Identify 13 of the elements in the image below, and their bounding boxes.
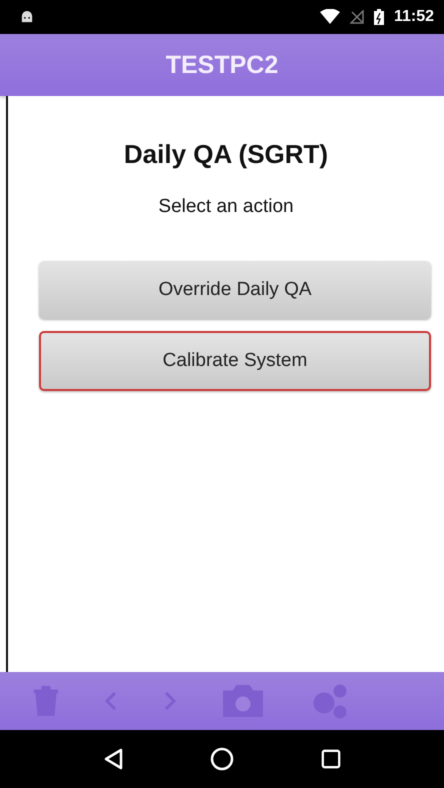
no-signal-icon xyxy=(350,10,364,24)
recents-icon[interactable] xyxy=(320,749,341,769)
battery-icon xyxy=(374,9,384,25)
action-prompt: Select an action xyxy=(158,196,294,218)
wifi-icon xyxy=(320,9,340,25)
home-icon[interactable] xyxy=(210,747,234,771)
robot-icon xyxy=(20,11,34,23)
action-button[interactable]: Calibrate System xyxy=(39,331,431,391)
screen-title: Daily QA (SGRT) xyxy=(124,139,328,170)
back-icon[interactable] xyxy=(103,748,124,770)
action-button[interactable]: Override Daily QA xyxy=(39,261,431,319)
status-time: 11:52 xyxy=(394,8,434,26)
app-title: TESTPC2 xyxy=(166,50,278,80)
